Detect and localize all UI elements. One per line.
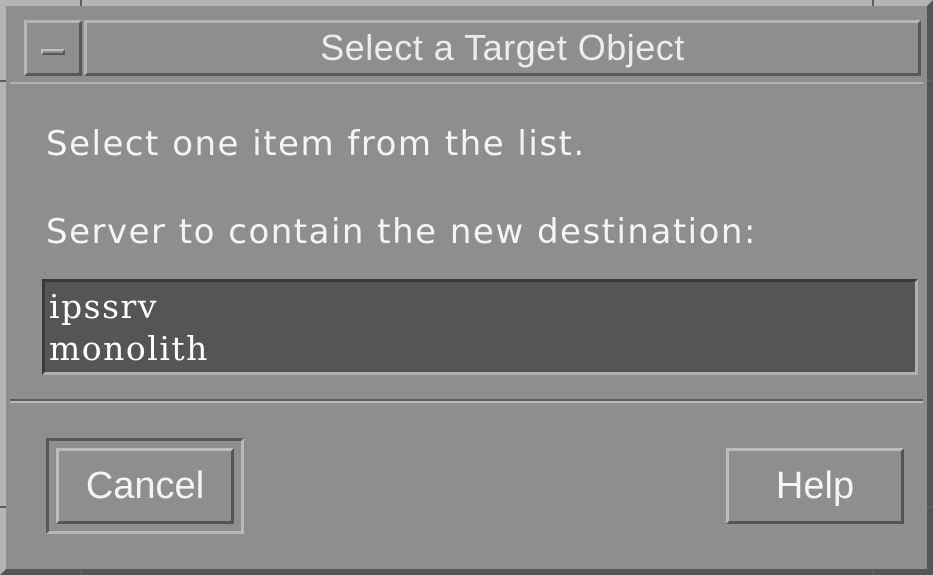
instruction-text: Select one item from the list.	[46, 124, 586, 164]
resize-handle-right-top[interactable]	[927, 80, 933, 82]
window-menu-icon	[41, 49, 65, 55]
dialog-window: Select a Target Object Select one item f…	[0, 0, 933, 575]
separator	[10, 399, 923, 403]
window-title: Select a Target Object	[320, 27, 685, 68]
resize-handle-right-bottom[interactable]	[927, 506, 933, 508]
dialog-body: Select one item from the list. Server to…	[10, 82, 923, 393]
help-button[interactable]: Help	[726, 448, 904, 524]
title-area[interactable]: Select a Target Object	[84, 20, 921, 76]
window-menu-button[interactable]	[24, 20, 82, 76]
list-item-monolith[interactable]: monolith	[49, 328, 915, 370]
title-bar[interactable]: Select a Target Object	[10, 10, 923, 80]
list-label: Server to contain the new destination:	[46, 212, 757, 252]
server-list[interactable]: ipssrv monolith	[42, 279, 918, 375]
resize-handle-top-right[interactable]	[872, 0, 874, 6]
resize-handle-top-left[interactable]	[80, 0, 82, 6]
resize-handle-bottom-left[interactable]	[80, 569, 82, 575]
resize-handle-left-top[interactable]	[0, 80, 6, 82]
resize-handle-bottom-right[interactable]	[872, 569, 874, 575]
cancel-button[interactable]: Cancel	[56, 448, 234, 524]
list-item-ipssrv[interactable]: ipssrv	[49, 286, 915, 328]
resize-handle-left-bottom[interactable]	[0, 506, 6, 508]
